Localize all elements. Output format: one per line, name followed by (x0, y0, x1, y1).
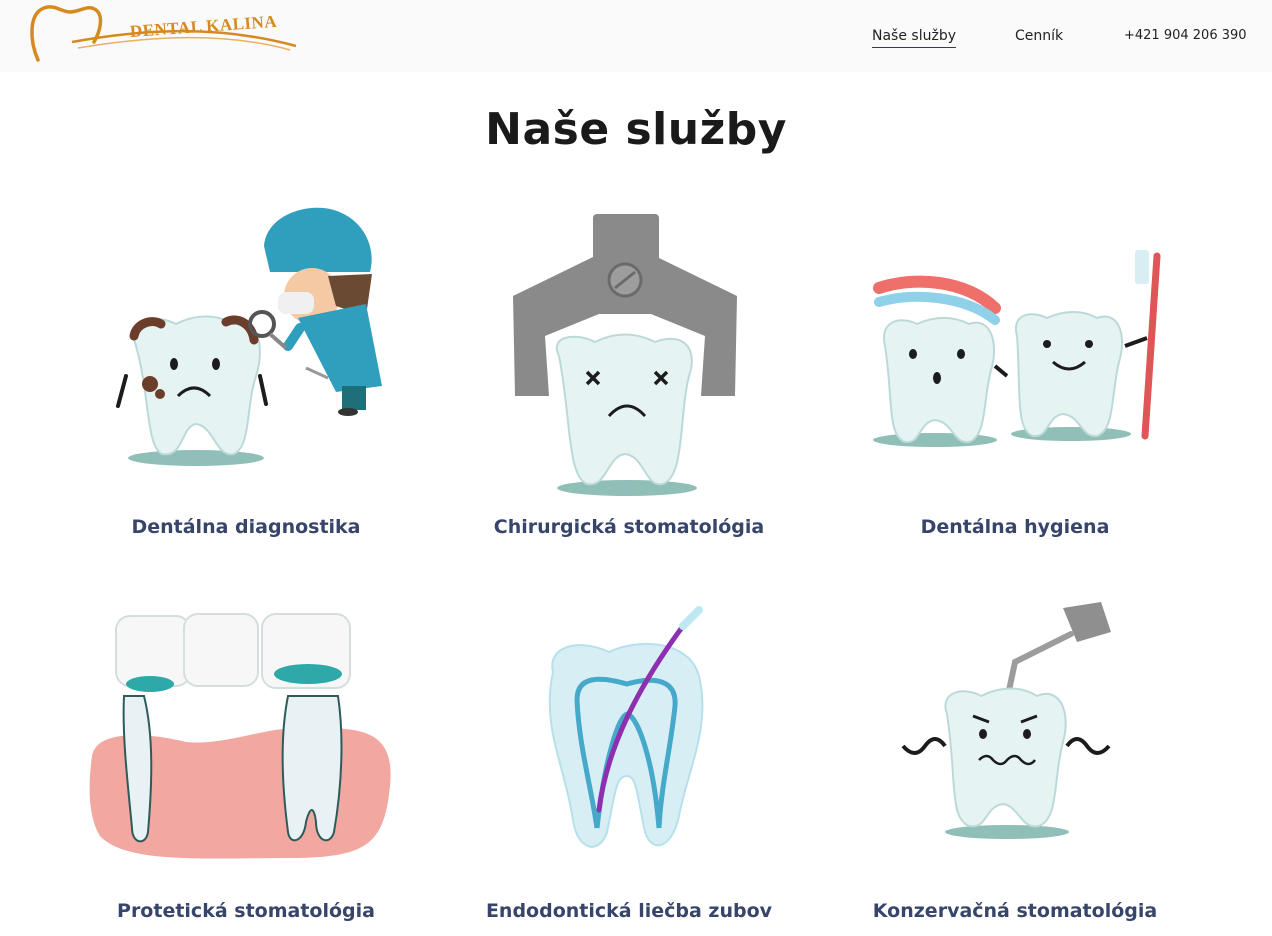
tooth-with-drill-icon (901, 602, 1111, 839)
service-card-endodoncia[interactable]: Endodontická liečba zubov (449, 596, 809, 926)
service-label: Dentálna diagnostika (131, 516, 361, 538)
service-label: Konzervačná stomatológia (872, 900, 1158, 922)
extraction-forceps-tooth-icon (513, 214, 737, 496)
nav-phone-link[interactable]: +421 904 206 390 (1124, 28, 1247, 43)
service-card-konzervacna[interactable]: Konzervačná stomatológia (835, 596, 1195, 926)
teeth-with-toothbrush-icon (873, 250, 1161, 447)
root-canal-tooth-icon (548, 606, 704, 848)
page-title: Naše služby (485, 104, 787, 155)
service-label: Dentálna hygiena (920, 516, 1110, 538)
service-label: Endodontická liečba zubov (485, 900, 773, 922)
nav-cennik[interactable]: Cenník (1015, 28, 1063, 44)
dental-kalina-logo[interactable]: DENTAL KALINA (28, 2, 300, 68)
site-header: DENTAL KALINA Naše služby Cenník +421 90… (0, 0, 1272, 72)
nav-nase-sluzby[interactable]: Naše služby (872, 28, 956, 48)
service-label: Protetická stomatológia (117, 900, 375, 922)
dentist-examining-tooth-icon (116, 207, 382, 466)
dental-bridge-icon (89, 613, 391, 859)
service-label: Chirurgická stomatológia (493, 516, 765, 538)
service-card-diagnostika[interactable]: Dentálna diagnostika (66, 196, 426, 546)
service-card-protetika[interactable]: Protetická stomatológia (66, 596, 426, 926)
service-card-chirurgia[interactable]: Chirurgická stomatológia (449, 196, 809, 546)
service-card-hygiena[interactable]: Dentálna hygiena (835, 196, 1195, 546)
